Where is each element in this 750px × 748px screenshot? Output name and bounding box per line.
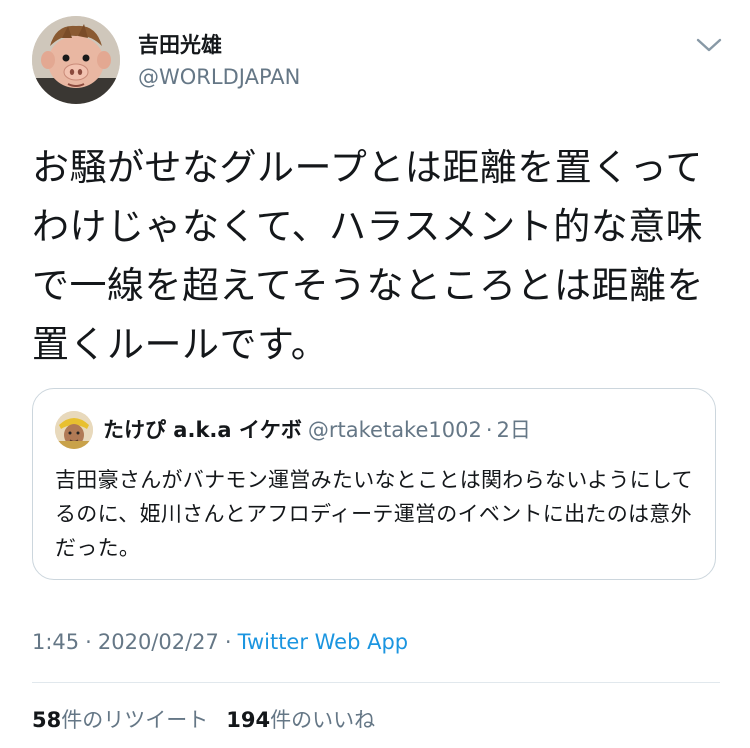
author-handle[interactable]: @WORLDJAPAN xyxy=(138,64,300,90)
author-avatar[interactable] xyxy=(32,16,120,104)
user-avatar-icon xyxy=(55,411,93,449)
meta-separator: · xyxy=(85,630,92,654)
retweets-stat[interactable]: 58件のリツイート xyxy=(32,708,208,732)
author-display-name[interactable]: 吉田光雄 xyxy=(138,32,222,58)
tweet-time[interactable]: 1:45 xyxy=(32,630,79,654)
pig-character-avatar-icon xyxy=(32,16,120,104)
tweet-source-link[interactable]: Twitter Web App xyxy=(238,630,409,654)
quote-author-avatar[interactable] xyxy=(55,411,93,449)
likes-stat[interactable]: 194件のいいね xyxy=(226,708,375,732)
quote-author-name[interactable]: たけぴ a.k.a イケボ xyxy=(103,418,302,442)
quote-text: 吉田豪さんがバナモン運営みたいなとことは関わらないようにしてるのに、姫川さんとア… xyxy=(55,468,693,560)
tweet-stats: 58件のリツイート 194件のいいね xyxy=(32,706,375,734)
quote-separator: · xyxy=(485,418,493,442)
tweet-date[interactable]: 2020/02/27 xyxy=(98,630,219,654)
quoted-tweet-card[interactable]: たけぴ a.k.a イケボ @rtaketake1002 · 2日 吉田豪さんがバナモ… xyxy=(32,388,716,580)
meta-separator-2: · xyxy=(224,630,232,654)
like-count: 194 xyxy=(226,708,271,732)
chevron-down-icon xyxy=(696,38,722,52)
tweet-text: お騒がせなグループとは距離を置くってわけじゃなくて、ハラスメント的な意味で一線を… xyxy=(32,146,705,366)
divider xyxy=(32,682,720,683)
quote-date: 2日 xyxy=(496,418,531,442)
quote-author-handle[interactable]: @rtaketake1002 xyxy=(308,418,482,442)
like-label: 件のいいね xyxy=(270,708,376,732)
tweet-menu-button[interactable] xyxy=(694,34,724,56)
quote-header: たけぴ a.k.a イケボ @rtaketake1002 · 2日 xyxy=(103,417,531,443)
tweet-meta: 1:45 · 2020/02/27 · Twitter Web App xyxy=(32,628,408,656)
retweet-count: 58 xyxy=(32,708,62,732)
retweet-label: 件のリツイート xyxy=(61,708,209,732)
